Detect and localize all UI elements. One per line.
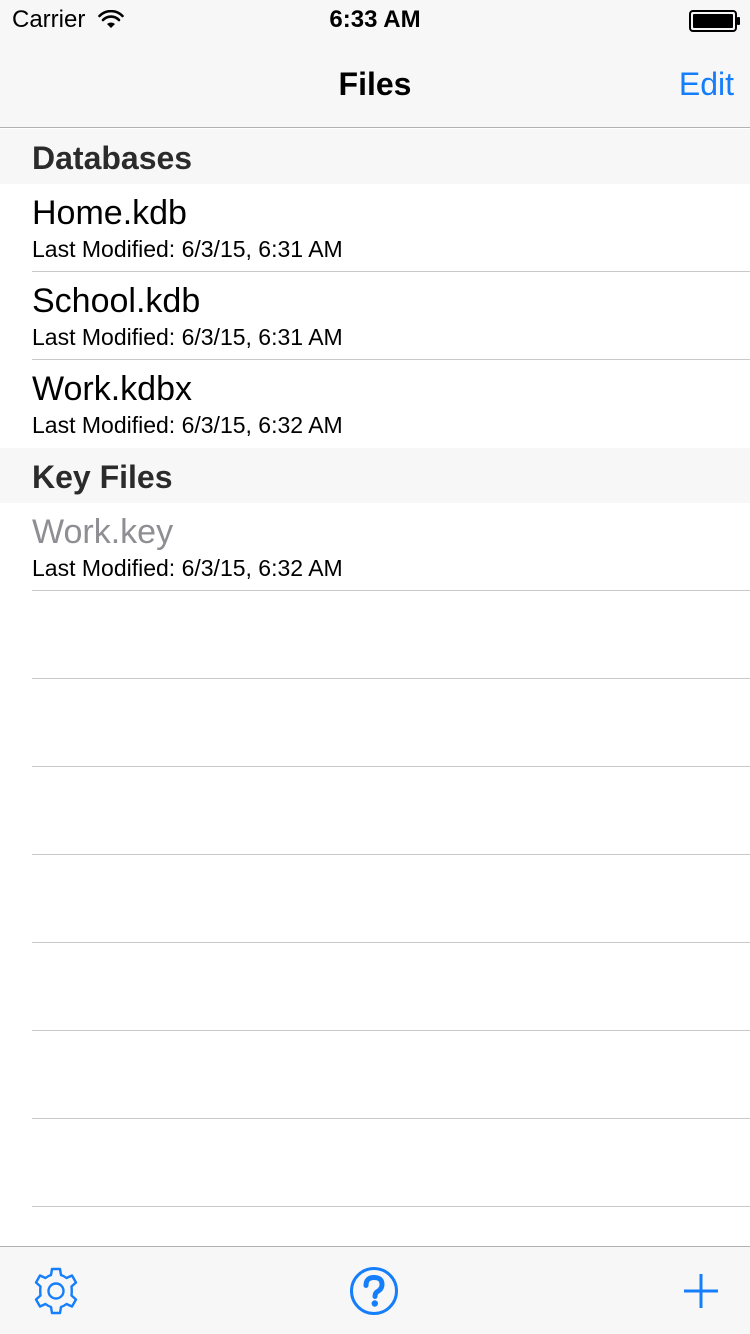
file-name: School.kdb — [32, 282, 201, 320]
empty-row — [0, 1031, 750, 1119]
files-table: Databases Home.kdb Last Modified: 6/3/15… — [0, 129, 750, 1207]
navigation-bar: Files Edit — [0, 40, 750, 128]
bottom-toolbar — [0, 1246, 750, 1334]
empty-row — [0, 767, 750, 855]
file-modified: Last Modified: 6/3/15, 6:32 AM — [32, 555, 343, 581]
plus-icon[interactable] — [682, 1272, 720, 1310]
battery-icon — [689, 10, 740, 32]
empty-row — [0, 943, 750, 1031]
edit-button[interactable]: Edit — [679, 66, 734, 103]
database-row-home[interactable]: Home.kdb Last Modified: 6/3/15, 6:31 AM — [0, 184, 750, 272]
section-header-key-files: Key Files — [0, 448, 750, 503]
empty-row — [0, 1119, 750, 1207]
database-row-work[interactable]: Work.kdbx Last Modified: 6/3/15, 6:32 AM — [0, 360, 750, 448]
file-modified: Last Modified: 6/3/15, 6:31 AM — [32, 324, 343, 350]
database-row-school[interactable]: School.kdb Last Modified: 6/3/15, 6:31 A… — [0, 272, 750, 360]
empty-row — [0, 591, 750, 679]
status-bar: Carrier 6:33 AM — [0, 0, 750, 40]
file-modified: Last Modified: 6/3/15, 6:31 AM — [32, 236, 343, 262]
empty-row — [0, 679, 750, 767]
page-title: Files — [338, 66, 412, 102]
clock: 6:33 AM — [329, 6, 421, 33]
screen: Carrier 6:33 AM Files Edit Databases Hom… — [0, 0, 750, 1334]
file-name: Work.kdbx — [32, 370, 192, 408]
file-name: Home.kdb — [32, 194, 187, 232]
file-modified: Last Modified: 6/3/15, 6:32 AM — [32, 412, 343, 438]
help-icon[interactable] — [349, 1266, 399, 1316]
gear-icon[interactable] — [31, 1266, 81, 1316]
row-separator — [32, 1206, 750, 1207]
section-header-databases: Databases — [0, 129, 750, 184]
key-file-row-work[interactable]: Work.key Last Modified: 6/3/15, 6:32 AM — [0, 503, 750, 591]
file-name: Work.key — [32, 513, 174, 551]
empty-row — [0, 855, 750, 943]
